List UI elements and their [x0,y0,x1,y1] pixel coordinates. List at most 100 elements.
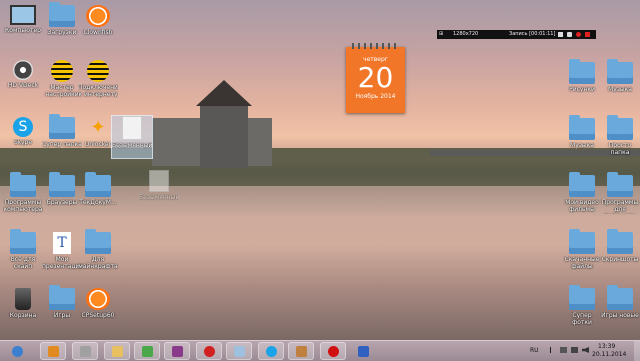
drag-ghost-icon: Безымянный.txt [139,170,179,201]
camera-icon[interactable] [567,32,572,37]
fortress-wall [152,118,272,166]
desktop-icon-label: Программы для фотошопа [601,199,639,214]
folder-icon [569,229,595,254]
calculator-icon [80,346,91,357]
beeline-icon [51,60,73,82]
word-doc-icon: T [53,232,71,254]
desktop-icon-label: Корзина [9,312,37,319]
calendar-day-number: 20 [357,61,394,94]
show-hidden-icons-icon[interactable] [550,347,557,353]
chrome-icon [142,346,153,357]
desktop-icon[interactable]: Игры новые [600,285,640,319]
paint-icon [234,346,245,357]
network-icon[interactable] [571,347,578,353]
folder-icon [49,2,75,27]
calculator-button[interactable] [72,342,98,360]
screen-recorder-bar[interactable]: ⊞ 1280x720 Запись [00:01:11] [437,30,596,39]
recorder-button[interactable] [320,342,346,360]
desktop-icon[interactable]: Просто папка [600,115,640,156]
desktop-icon[interactable]: Всё для скайп [3,229,43,270]
recycle-bin-icon [15,288,31,310]
calendar-gadget[interactable]: четверг 20 Ноябрь 2014 [346,43,405,113]
unlocker-icon: ✦ [90,117,106,138]
desktop-icon[interactable]: Скриншоты [600,229,640,263]
desktop-icon[interactable]: Компьютер [3,5,43,34]
clownfish-icon [86,288,110,310]
desktop-icon[interactable]: Рисунки [562,59,602,93]
skype-button[interactable] [258,342,284,360]
folder-icon [10,172,36,197]
desktop-icon[interactable]: Загрузки [42,2,82,36]
desktop-icon-label: Просто папка [608,142,632,156]
clock-date[interactable]: 20.11.2014 [592,351,626,358]
desktop-icon-label: Clownfish [83,29,113,36]
desktop-icon[interactable]: HD VDeck [3,60,43,89]
folder-icon [10,229,36,254]
desktop-icon[interactable]: T Мои презентации [42,232,82,270]
desktop-icon-label: Супер папка [42,141,82,148]
desktop-icon-label: Всё для скайп [10,256,36,270]
recorder-resolution: 1280x720 [453,31,479,37]
system-tray: RU 13:39 20.11.2014 [530,341,640,361]
show-desktop-button[interactable] [634,341,640,361]
folder-icon [49,114,75,139]
desktop-icon[interactable]: Игры [42,285,82,319]
recorder-resize-icon[interactable]: ⊞ [439,30,443,39]
desktop-icon-label: Загрузки [47,29,77,36]
desktop-icon[interactable]: Музыка [600,59,640,93]
desktop-icon[interactable]: S Skype [3,117,43,146]
desktop-icon[interactable]: Clownfish [78,5,118,36]
selected-text-file[interactable]: Безымянный.txt [111,115,153,159]
desktop-icon[interactable]: Супер фотки [562,285,602,326]
archive-icon [172,346,183,357]
winrar-button[interactable] [164,342,190,360]
desktop-icon-label: Музыка [570,142,594,149]
pause-icon[interactable] [558,32,563,37]
opera-button[interactable] [196,342,222,360]
desktop-icon-label: Подключение к интернету [78,84,118,98]
desktop-icon-label: CPSetup60 [81,312,115,319]
desktop-icon[interactable]: Программы компьютера [3,172,43,213]
folder-icon [607,115,633,140]
calendar-rings [352,43,399,49]
stop-icon[interactable] [585,32,590,37]
taskbar: RU 13:39 20.11.2014 [0,340,640,361]
desktop-icon[interactable]: ТекДокуМ... [78,172,118,206]
desktop-icon[interactable]: Для майнкрафта [78,229,118,270]
desktop-icon-label: Музыка [608,86,632,93]
desktop-icon-label: Игры новые [601,312,639,319]
desktop-icon[interactable]: Браузеры [42,172,82,206]
selected-icon-label: Безымянный.txt [112,142,152,149]
paint-button[interactable] [226,342,252,360]
desktop-icon[interactable]: Скачанные файлы [562,229,602,270]
folder-icon [49,172,75,197]
explorer-button[interactable] [104,342,130,360]
flag-icon[interactable] [560,347,567,353]
desktop-icon-label: Компьютер [5,27,41,34]
record-icon[interactable] [576,32,581,37]
desktop-icon[interactable]: Программы для фотошопа [600,172,640,214]
folder-icon [607,229,633,254]
desktop-icon[interactable]: Супер папка [42,114,82,148]
folder-icon [85,172,111,197]
desktop[interactable]: Компьютер Загрузки Clownfish HD VDeck Мастер… [0,0,640,340]
chrome-button[interactable] [134,342,160,360]
media-player-button[interactable] [40,342,66,360]
clock-time[interactable]: 13:39 [598,343,615,350]
desktop-icon-label: Программы компьютера [3,199,43,213]
desktop-icon[interactable]: CPSetup60 [78,288,118,319]
fortress-tower [200,104,248,168]
desktop-icon-label: Браузеры [46,199,78,206]
desktop-icon[interactable]: Музыка [562,115,602,149]
game-button[interactable] [288,342,314,360]
start-button[interactable] [4,342,30,360]
language-indicator[interactable]: RU [530,347,539,354]
volume-icon[interactable] [582,347,589,353]
desktop-icon[interactable]: Подключение к интернету [78,60,118,98]
desktop-icon[interactable]: Мои видео фильмы [562,172,602,213]
notepad-button[interactable] [350,342,376,360]
desktop-icon-label: Skype [13,139,33,146]
desktop-icon[interactable]: Корзина [3,288,43,319]
computer-icon [10,5,36,25]
desktop-icon[interactable]: Мастер настройки [42,60,82,98]
